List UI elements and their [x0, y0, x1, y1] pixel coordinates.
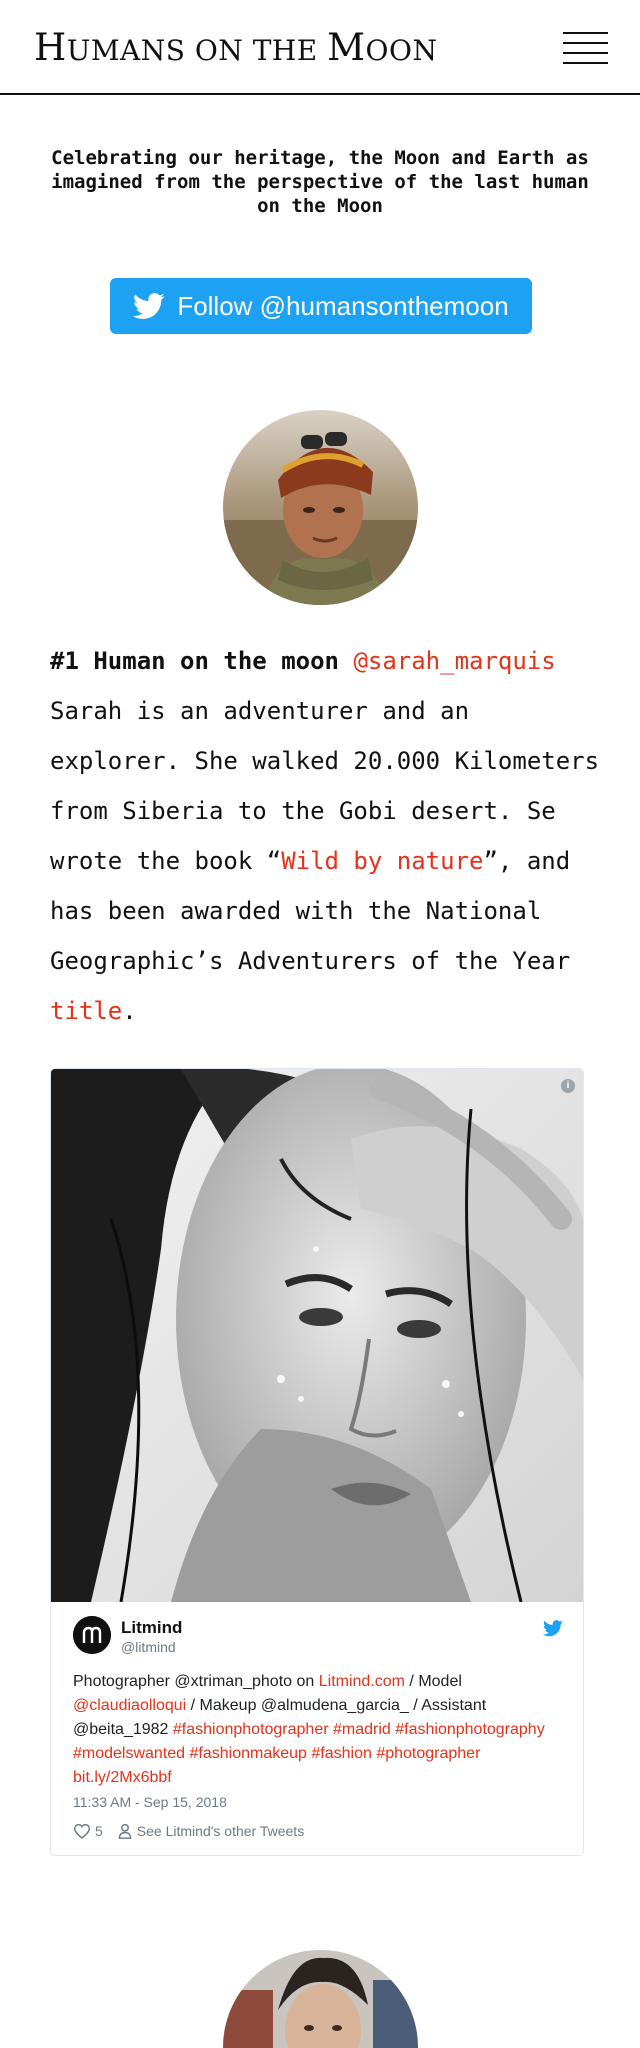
title-rest-moon: OON — [365, 34, 438, 67]
tweet-text-part: / Model — [404, 1673, 462, 1690]
like-count: 5 — [95, 1823, 103, 1839]
sarah-marquis-avatar — [223, 410, 418, 605]
profile-handle-link[interactable]: @sarah_marquis — [353, 647, 555, 675]
tweet-photo[interactable]: i — [51, 1069, 583, 1602]
tweet-actions: 5 See Litmind's other Tweets — [73, 1823, 304, 1839]
person-icon — [118, 1823, 132, 1839]
book-link[interactable]: Wild by nature — [281, 847, 483, 875]
like-action[interactable]: 5 — [73, 1823, 103, 1839]
tweet-author-handle[interactable]: @litmind — [121, 1639, 176, 1655]
tweet-text-part: Photographer @xtriman_photo on — [73, 1673, 319, 1690]
hamburger-line — [563, 32, 608, 34]
tweet-timestamp[interactable]: 11:33 AM - Sep 15, 2018 — [73, 1794, 227, 1810]
tweet-author-name[interactable]: Litmind — [121, 1618, 182, 1638]
twitter-follow-button[interactable]: Follow @humansonthemoon — [110, 278, 532, 334]
hamburger-line — [563, 62, 608, 64]
hamburger-line — [563, 42, 608, 44]
profile-description: #1 Human on the moon @sarah_marquis Sara… — [50, 636, 610, 1036]
site-title[interactable]: HUMANS ON THE MOON — [34, 26, 437, 69]
title-initial-h: H — [34, 26, 67, 69]
tweet-short-link[interactable]: bit.ly/2Mx6bbf — [73, 1769, 172, 1786]
see-more-tweets-link[interactable]: See Litmind's other Tweets — [117, 1823, 304, 1839]
hamburger-menu-icon[interactable] — [563, 32, 608, 64]
tweet-model-link[interactable]: @claudiaolloqui — [73, 1697, 186, 1714]
follow-button-label: Follow @humansonthemoon — [177, 290, 509, 321]
twitter-bird-icon[interactable] — [543, 1620, 563, 1641]
profile-heading: #1 Human on the moon — [50, 647, 339, 675]
tweet-text: Photographer @xtriman_photo on Litmind.c… — [73, 1670, 573, 1790]
title-rest-humans: UMANS ON THE — [66, 34, 328, 67]
litmind-avatar[interactable] — [73, 1616, 111, 1654]
bio-end: . — [122, 997, 137, 1025]
title-link[interactable]: title — [50, 997, 122, 1025]
embedded-tweet: i Litmind @litmind Photographer @xtriman… — [50, 1068, 584, 1856]
tweet-site-link[interactable]: Litmind.com — [319, 1673, 405, 1690]
see-more-tweets-label: See Litmind's other Tweets — [136, 1823, 305, 1839]
next-human-avatar — [223, 1950, 418, 2048]
site-header: HUMANS ON THE MOON — [0, 0, 640, 95]
hamburger-line — [563, 52, 608, 54]
tagline: Celebrating our heritage, the Moon and E… — [51, 147, 589, 217]
info-icon[interactable]: i — [561, 1079, 575, 1093]
title-initial-m: M — [327, 26, 366, 69]
twitter-bird-icon — [133, 292, 165, 319]
heart-icon — [73, 1823, 91, 1839]
